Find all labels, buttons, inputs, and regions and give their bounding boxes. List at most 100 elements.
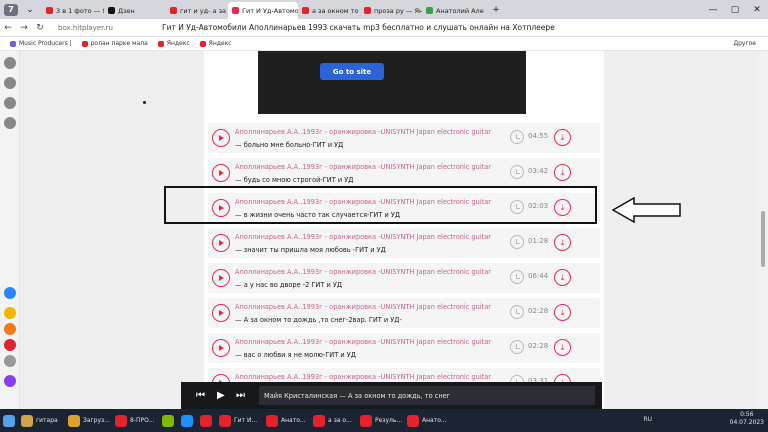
clock-icon — [510, 340, 524, 354]
download-icon[interactable]: ⤓ — [554, 129, 571, 146]
play-icon[interactable]: ▶ — [217, 390, 225, 401]
taskbar-item-label: Анато... — [281, 417, 306, 424]
taskbar-item[interactable]: а за о... — [313, 411, 357, 430]
language-indicator[interactable]: RU — [643, 416, 652, 423]
previous-icon[interactable]: ⏮ — [196, 390, 205, 401]
close-icon[interactable]: ✕ — [746, 0, 768, 19]
yandex-icon — [157, 40, 164, 47]
chevron-down-icon[interactable]: ⌄ — [22, 3, 38, 17]
app-icon — [313, 414, 325, 427]
bookmark-yandex-2[interactable]: Яндекс — [199, 40, 232, 47]
alice-icon[interactable] — [4, 375, 16, 387]
forward-icon[interactable]: → — [16, 23, 32, 33]
tab-favicon-icon — [364, 7, 371, 14]
tab-favicon-icon — [426, 7, 433, 14]
left-arrow-annotation — [612, 197, 681, 223]
sidebar-app-icon[interactable] — [4, 117, 16, 129]
track-artist[interactable]: Аполлинарьев А.А..1993г - оранжировка -U… — [235, 128, 491, 136]
track-artist[interactable]: Аполлинарьев А.А..1993г - оранжировка -U… — [235, 233, 491, 241]
taskbar-item[interactable]: 8-ПРО... — [115, 411, 159, 430]
track-row[interactable]: Аполлинарьев А.А..1993г - оранжировка -U… — [208, 298, 600, 328]
start-button[interactable] — [3, 411, 18, 430]
windows-taskbar: гитара Загруз... 8-ПРО... Гит И... Анато... а… — [0, 409, 768, 432]
bookmarks-other[interactable]: Другое — [733, 40, 756, 47]
browser-tab[interactable]: 3 в 1 фото — Янде — [42, 2, 104, 19]
browser-tab[interactable]: Дзен — [104, 2, 166, 19]
track-row[interactable]: Аполлинарьев А.А..1993г - оранжировка -U… — [208, 333, 600, 363]
new-tab-icon[interactable]: + — [488, 3, 504, 17]
track-artist[interactable]: Аполлинарьев А.А..1993г - оранжировка -U… — [235, 163, 491, 171]
app-icon — [200, 414, 212, 427]
taskbar-item[interactable]: Резуль... — [360, 411, 404, 430]
download-icon[interactable]: ⤓ — [554, 304, 571, 321]
track-artist[interactable]: Аполлинарьев А.А..1993г - оранжировка -U… — [235, 338, 491, 346]
browser-tab[interactable]: проза ру — Яндекс — [360, 2, 422, 19]
scrollbar-thumb[interactable] — [761, 211, 765, 267]
taskbar-item[interactable] — [200, 411, 216, 430]
download-icon[interactable]: ⤓ — [554, 339, 571, 356]
track-row[interactable]: Аполлинарьев А.А..1993г - оранжировка -U… — [208, 228, 600, 258]
mail-icon[interactable] — [4, 339, 16, 351]
tab-title: проза ру — Яндекс — [374, 6, 422, 15]
track-row[interactable]: Аполлинарьев А.А..1993г - оранжировка -U… — [208, 123, 600, 153]
browser-tab[interactable]: Анатолий Алексан — [422, 2, 484, 19]
page-scrollbar[interactable] — [758, 51, 768, 409]
play-icon[interactable] — [212, 164, 230, 182]
track-title: — вас о любви я не молю-ГИТ и УД — [235, 351, 356, 359]
tab-favicon-icon — [232, 7, 239, 14]
taskbar-item[interactable]: Анато... — [266, 411, 310, 430]
tab-count-badge[interactable]: 7 — [4, 3, 18, 16]
taskbar-item-label: Анато... — [422, 417, 447, 424]
next-icon[interactable]: ⏭ — [236, 390, 245, 401]
taskbar-item[interactable]: Загруз... — [68, 411, 112, 430]
maximize-icon[interactable]: ▢ — [724, 0, 746, 19]
track-artist[interactable]: Аполлинарьев А.А..1993г - оранжировка -U… — [235, 373, 491, 381]
download-icon[interactable]: ⤓ — [554, 164, 571, 181]
url-host[interactable]: box.hitplayer.ru — [58, 24, 158, 32]
play-icon[interactable] — [212, 339, 230, 357]
vk-icon[interactable] — [4, 287, 16, 299]
browser-tab[interactable]: Гит И Уд-Автомоб — [228, 2, 298, 19]
track-duration: 04:55 — [528, 132, 549, 140]
taskbar-item-label: а за о... — [328, 417, 352, 424]
moon-icon[interactable] — [4, 323, 16, 335]
go-to-site-button[interactable]: Go to site — [320, 63, 384, 80]
play-icon[interactable] — [212, 304, 230, 322]
track-row[interactable]: Аполлинарьев А.А..1993г - оранжировка -U… — [208, 263, 600, 293]
yandex-icon — [199, 40, 206, 47]
taskbar-item[interactable]: Анато... — [407, 411, 451, 430]
sidebar-app-icon[interactable] — [4, 307, 16, 319]
bookmark-music-producers[interactable]: Music Producers | — [10, 40, 72, 47]
bookmark-icon — [81, 40, 88, 47]
track-artist[interactable]: Аполлинарьев А.А..1993г - оранжировка -U… — [235, 303, 491, 311]
sidebar-app-icon[interactable] — [4, 77, 16, 89]
now-playing-text: Майя Кристалинская — А за окном то дождь… — [259, 386, 595, 405]
taskbar-item[interactable] — [162, 411, 178, 430]
track-title: — А за окном то дождь ,то снег-2вар. ГИТ… — [235, 316, 402, 324]
play-icon[interactable] — [212, 234, 230, 252]
taskbar-item[interactable]: Гит И... — [219, 411, 263, 430]
track-artist[interactable]: Аполлинарьев А.А..1993г - оранжировка -U… — [235, 268, 491, 276]
browser-tab[interactable]: а за окном то дож — [298, 2, 360, 19]
clock-icon — [510, 165, 524, 179]
bookmark-rolan[interactable]: ролан парке мала — [81, 40, 148, 47]
download-icon[interactable]: ⤓ — [554, 269, 571, 286]
taskbar-item[interactable] — [181, 411, 197, 430]
page-title[interactable]: Гит И Уд-Автомобили Аполлинарьев 1993 ск… — [162, 23, 555, 32]
play-icon[interactable] — [212, 269, 230, 287]
clock[interactable]: 0:56 04.07.2023 — [730, 411, 764, 427]
app-icon — [407, 414, 419, 427]
sidebar-app-icon[interactable] — [4, 97, 16, 109]
minimize-icon[interactable]: — — [702, 0, 724, 19]
sidebar-app-icon[interactable] — [4, 57, 16, 69]
add-icon[interactable] — [4, 355, 16, 367]
browser-tab[interactable]: гит и уд- а за окно — [166, 2, 228, 19]
play-icon[interactable] — [212, 129, 230, 147]
track-row[interactable]: Аполлинарьев А.А..1993г - оранжировка -U… — [208, 158, 600, 188]
bookmark-yandex-1[interactable]: Яндекс — [157, 40, 190, 47]
taskbar-item[interactable]: гитара — [21, 411, 65, 430]
download-icon[interactable]: ⤓ — [554, 234, 571, 251]
reload-icon[interactable]: ↻ — [32, 23, 48, 33]
track-duration: 02:28 — [528, 342, 549, 350]
back-icon[interactable]: ← — [0, 23, 16, 33]
